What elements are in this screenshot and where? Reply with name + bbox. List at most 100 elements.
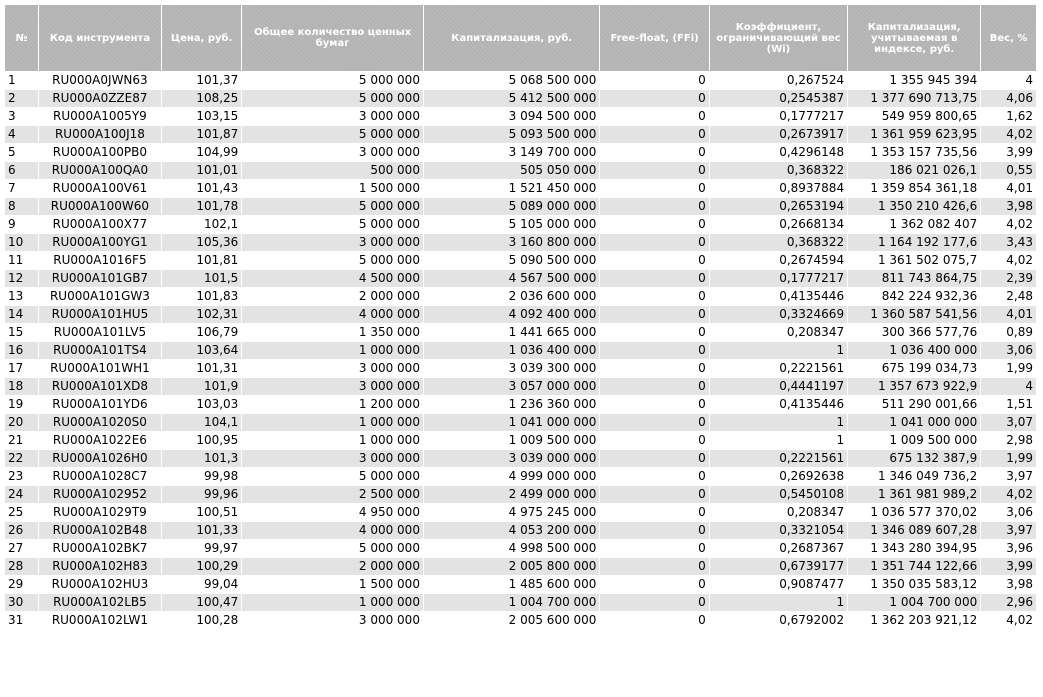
cell-price: 101,37 (161, 72, 242, 89)
header-weight-limit-coefficient[interactable]: Коэффициент, ограничивающий вес (Wi) (709, 5, 848, 71)
cell-capitalization: 505 050 000 (423, 162, 600, 179)
cell-instrument-code: RU000A100PB0 (39, 144, 161, 161)
cell-weight-percent: 3,07 (981, 414, 1036, 431)
cell-capitalization: 4 975 245 000 (423, 504, 600, 521)
cell-free-float: 0 (600, 378, 709, 395)
cell-row-number: 13 (5, 288, 39, 305)
cell-weight-limit-coefficient: 1 (709, 414, 848, 431)
cell-instrument-code: RU000A102BK7 (39, 540, 161, 557)
cell-price: 100,51 (161, 504, 242, 521)
cell-row-number: 17 (5, 360, 39, 377)
cell-index-capitalization: 1 343 280 394,95 (848, 540, 981, 557)
header-price[interactable]: Цена, руб. (161, 5, 242, 71)
cell-row-number: 15 (5, 324, 39, 341)
cell-row-number: 19 (5, 396, 39, 413)
table-row: 28 RU000A102H83 100,29 2 000 000 2 005 800 0… (5, 558, 1036, 575)
cell-capitalization: 3 057 000 000 (423, 378, 600, 395)
cell-capitalization: 1 009 500 000 (423, 432, 600, 449)
cell-instrument-code: RU000A1022E6 (39, 432, 161, 449)
cell-row-number: 23 (5, 468, 39, 485)
cell-weight-limit-coefficient: 0,2221561 (709, 360, 848, 377)
cell-row-number: 24 (5, 486, 39, 503)
cell-instrument-code: RU000A102H83 (39, 558, 161, 575)
cell-weight-percent: 4 (981, 72, 1036, 89)
cell-index-capitalization: 1 004 700 000 (848, 594, 981, 611)
table-row: 3 RU000A1005Y9 103,15 3 000 000 3 094 500 00… (5, 108, 1036, 125)
cell-row-number: 27 (5, 540, 39, 557)
table-row: 14 RU000A101HU5 102,31 4 000 000 4 092 400 0… (5, 306, 1036, 323)
cell-instrument-code: RU000A0ZZE87 (39, 90, 161, 107)
cell-weight-percent: 3,99 (981, 144, 1036, 161)
cell-capitalization: 4 092 400 000 (423, 306, 600, 323)
header-capitalization[interactable]: Капитализация, руб. (423, 5, 600, 71)
index-composition-table: № Код инструмента Цена, руб. Общее колич… (4, 4, 1037, 630)
table-row: 29 RU000A102HU3 99,04 1 500 000 1 485 600 00… (5, 576, 1036, 593)
cell-weight-limit-coefficient: 0,2221561 (709, 450, 848, 467)
cell-row-number: 31 (5, 612, 39, 629)
cell-index-capitalization: 511 290 001,66 (848, 396, 981, 413)
cell-price: 103,64 (161, 342, 242, 359)
cell-instrument-code: RU000A101XD8 (39, 378, 161, 395)
cell-instrument-code: RU000A100J18 (39, 126, 161, 143)
cell-price: 99,97 (161, 540, 242, 557)
cell-total-securities: 500 000 (242, 162, 423, 179)
cell-instrument-code: RU000A101GB7 (39, 270, 161, 287)
cell-free-float: 0 (600, 198, 709, 215)
cell-price: 108,25 (161, 90, 242, 107)
cell-weight-limit-coefficient: 0,3321054 (709, 522, 848, 539)
cell-index-capitalization: 1 359 854 361,18 (848, 180, 981, 197)
cell-price: 99,04 (161, 576, 242, 593)
cell-total-securities: 5 000 000 (242, 540, 423, 557)
cell-weight-percent: 2,96 (981, 594, 1036, 611)
cell-free-float: 0 (600, 306, 709, 323)
cell-free-float: 0 (600, 252, 709, 269)
cell-row-number: 22 (5, 450, 39, 467)
cell-weight-limit-coefficient: 0,4441197 (709, 378, 848, 395)
header-index-capitalization[interactable]: Капитализация, учитываемая в индексе, ру… (848, 5, 981, 71)
cell-weight-percent: 1,51 (981, 396, 1036, 413)
cell-price: 100,29 (161, 558, 242, 575)
header-weight-percent[interactable]: Вес, % (981, 5, 1036, 71)
cell-free-float: 0 (600, 126, 709, 143)
cell-free-float: 0 (600, 522, 709, 539)
cell-price: 101,87 (161, 126, 242, 143)
cell-capitalization: 2 005 800 000 (423, 558, 600, 575)
table-row: 7 RU000A100V61 101,43 1 500 000 1 521 450 00… (5, 180, 1036, 197)
cell-total-securities: 4 500 000 (242, 270, 423, 287)
header-free-float[interactable]: Free-float, (FFi) (600, 5, 709, 71)
cell-total-securities: 4 000 000 (242, 306, 423, 323)
cell-weight-limit-coefficient: 0,1777217 (709, 270, 848, 287)
cell-weight-limit-coefficient: 1 (709, 594, 848, 611)
cell-index-capitalization: 675 199 034,73 (848, 360, 981, 377)
cell-total-securities: 5 000 000 (242, 216, 423, 233)
cell-capitalization: 1 004 700 000 (423, 594, 600, 611)
cell-index-capitalization: 1 362 082 407 (848, 216, 981, 233)
header-total-securities[interactable]: Общее количество ценных бумаг (242, 5, 423, 71)
header-instrument-code[interactable]: Код инструмента (39, 5, 161, 71)
cell-weight-percent: 4,01 (981, 180, 1036, 197)
cell-free-float: 0 (600, 342, 709, 359)
cell-free-float: 0 (600, 360, 709, 377)
cell-free-float: 0 (600, 594, 709, 611)
cell-free-float: 0 (600, 468, 709, 485)
table-row: 2 RU000A0ZZE87 108,25 5 000 000 5 412 500 00… (5, 90, 1036, 107)
cell-capitalization: 3 039 300 000 (423, 360, 600, 377)
cell-weight-limit-coefficient: 0,3324669 (709, 306, 848, 323)
cell-total-securities: 5 000 000 (242, 468, 423, 485)
table-row: 15 RU000A101LV5 106,79 1 350 000 1 441 665 0… (5, 324, 1036, 341)
cell-row-number: 6 (5, 162, 39, 179)
cell-total-securities: 1 500 000 (242, 576, 423, 593)
cell-total-securities: 5 000 000 (242, 252, 423, 269)
cell-capitalization: 1 036 400 000 (423, 342, 600, 359)
cell-total-securities: 3 000 000 (242, 450, 423, 467)
cell-total-securities: 5 000 000 (242, 72, 423, 89)
cell-instrument-code: RU000A102LB5 (39, 594, 161, 611)
cell-price: 101,5 (161, 270, 242, 287)
cell-capitalization: 5 105 000 000 (423, 216, 600, 233)
cell-capitalization: 1 485 600 000 (423, 576, 600, 593)
cell-weight-percent: 4 (981, 378, 1036, 395)
header-row-number[interactable]: № (5, 5, 39, 71)
cell-index-capitalization: 1 164 192 177,6 (848, 234, 981, 251)
cell-capitalization: 2 005 600 000 (423, 612, 600, 629)
table-row: 18 RU000A101XD8 101,9 3 000 000 3 057 000 00… (5, 378, 1036, 395)
